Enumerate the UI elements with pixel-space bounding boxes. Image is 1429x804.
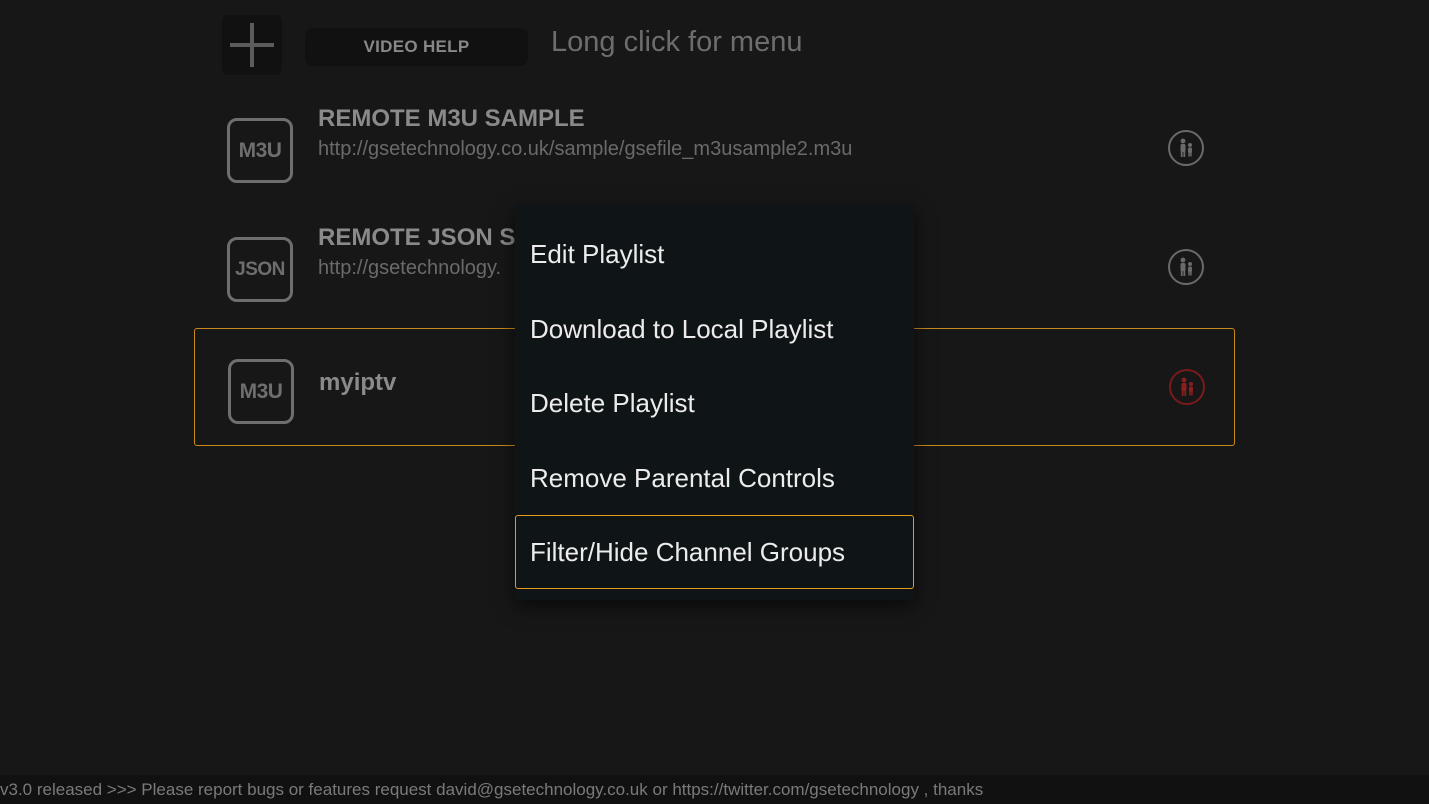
context-menu: Edit Playlist Download to Local Playlist… — [515, 205, 914, 600]
app-screen: VIDEO HELP Long click for menu M3U REMOT… — [0, 0, 1429, 804]
menu-item-download-local[interactable]: Download to Local Playlist — [515, 292, 914, 366]
family-icon — [1181, 377, 1193, 396]
playlist-row[interactable]: M3U REMOTE M3U SAMPLE http://gsetechnolo… — [194, 93, 1235, 211]
playlist-title: REMOTE JSON SA — [318, 224, 533, 251]
parental-control-button[interactable] — [1169, 369, 1205, 405]
add-playlist-button[interactable] — [222, 15, 282, 75]
parental-control-button[interactable] — [1168, 249, 1204, 285]
video-help-button[interactable]: VIDEO HELP — [305, 28, 528, 66]
playlist-type-badge: M3U — [228, 359, 294, 424]
playlist-url: http://gsetechnology. — [318, 257, 502, 279]
playlist-title: REMOTE M3U SAMPLE — [318, 105, 585, 132]
long-click-hint: Long click for menu — [551, 26, 803, 58]
news-ticker: v3.0 released >>> Please report bugs or … — [0, 775, 1429, 804]
family-icon — [1180, 138, 1192, 157]
playlist-type-badge: JSON — [227, 237, 293, 302]
plus-icon — [230, 23, 274, 67]
parental-control-button[interactable] — [1168, 130, 1204, 166]
family-icon — [1180, 257, 1192, 276]
playlist-type-badge: M3U — [227, 118, 293, 183]
menu-item-edit-playlist[interactable]: Edit Playlist — [515, 217, 914, 291]
menu-item-delete-playlist[interactable]: Delete Playlist — [515, 366, 914, 440]
playlist-url: http://gsetechnology.co.uk/sample/gsefil… — [318, 138, 853, 160]
menu-item-remove-parental[interactable]: Remove Parental Controls — [515, 441, 914, 515]
playlist-title: myiptv — [319, 369, 397, 396]
menu-item-filter-groups[interactable]: Filter/Hide Channel Groups — [515, 515, 914, 589]
